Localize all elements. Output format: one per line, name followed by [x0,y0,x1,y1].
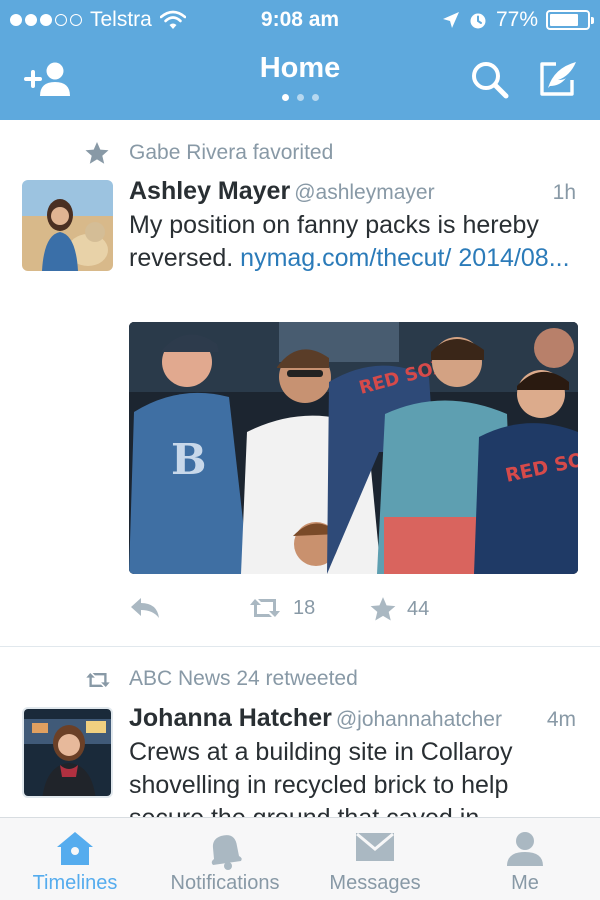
reply-button[interactable] [129,596,161,620]
battery-fill [550,14,578,26]
tweet[interactable]: ABC News 24 retweeted Johanna Hatcher @jo… [0,647,600,817]
tweet-author[interactable]: Ashley Mayer @ashleymayer [129,177,435,206]
alarm-clock-icon [470,13,486,29]
home-icon [57,832,93,865]
tab-label: Timelines [32,872,118,894]
compose-icon[interactable] [536,58,584,100]
page-dot [296,94,304,101]
username: @johannahatcher [335,708,502,731]
top-bar: Telstra 9:08 am 77% Home [0,0,600,120]
avatar[interactable] [22,707,113,798]
tweet-author[interactable]: Johanna Hatcher @johannahatcher [129,704,502,733]
tweet-text: Crews at a building site in Collaroy sho… [129,738,513,817]
battery-icon [546,10,594,30]
svg-text:B: B [171,435,207,484]
username: @ashleymayer [294,181,435,204]
tab-label: Me [511,872,539,894]
avatar[interactable] [22,180,113,271]
timeline[interactable]: Gabe Rivera favorited Ashley Mayer @ashle… [0,120,600,817]
tweet-time: 4m [546,708,576,731]
tweet-actions: 18 44 [129,596,529,626]
display-name: Ashley Mayer [129,177,291,205]
tab-me[interactable]: Me [450,818,600,900]
tweet[interactable]: Gabe Rivera favorited Ashley Mayer @ashle… [0,120,600,647]
location-arrow-icon [442,12,459,28]
social-context: ABC News 24 retweeted [129,667,358,690]
display-name: Johanna Hatcher [129,704,332,732]
retweet-count: 18 [293,596,316,619]
tab-notifications[interactable]: Notifications [150,818,300,900]
bell-icon [211,835,242,870]
favorite-button[interactable]: 44 [369,596,429,622]
tab-bar: Timelines Notifications Messages Me [0,817,600,900]
tweet-text: My position on fanny packs is hereby rev… [129,209,579,275]
status-bar: Telstra 9:08 am 77% [0,0,600,38]
battery-percent: 77% [495,8,538,31]
tweet-link[interactable]: nymag.com/thecut/ 2014/08... [240,244,569,272]
tweet-time: 1h [552,181,576,204]
envelope-icon [356,832,394,861]
social-context: Gabe Rivera favorited [129,141,334,164]
retweet-button[interactable]: 18 [247,596,315,620]
status-indicators: 77% [442,8,594,32]
star-icon [85,142,109,164]
tab-label: Messages [329,872,421,894]
page-dot [281,94,289,101]
reply-icon [131,598,159,618]
star-icon [370,597,396,621]
person-icon [507,832,543,866]
tweet-photo[interactable]: B RED SOX RED SOX [129,322,578,574]
search-icon[interactable] [466,58,514,100]
favorite-count: 44 [407,597,430,620]
retweet-icon [250,599,280,617]
tab-label: Notifications [170,872,280,894]
tab-messages[interactable]: Messages [300,818,450,900]
tab-timelines[interactable]: Timelines [0,818,150,900]
page-dot [311,94,319,101]
retweet-icon [86,673,110,687]
